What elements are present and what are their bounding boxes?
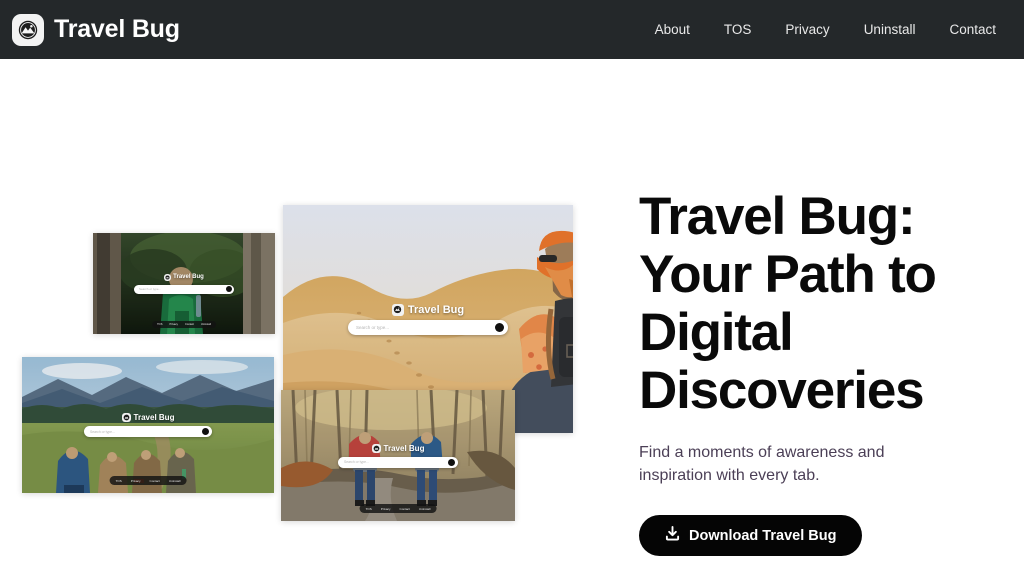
newtab-search-placeholder: Search or type... — [344, 460, 369, 464]
hero-subtitle: Find a moments of awareness and inspirat… — [639, 444, 885, 484]
newtab-footer-link-tos[interactable]: TOS — [366, 507, 372, 511]
newtab-footer-link-uninstall[interactable]: Uninstall — [201, 323, 211, 326]
newtab-footer-link-privacy[interactable]: Privacy — [381, 507, 391, 511]
mountain-circle-logo-icon — [391, 303, 404, 316]
screenshot-card-forest[interactable]: Travel Bug Search or type... TOS Privacy… — [93, 233, 275, 334]
screenshot-card-trail[interactable]: Travel Bug Search or type... TOS Privacy… — [281, 390, 515, 521]
newtab-footer-nav: TOS Privacy Contact Uninstall — [109, 476, 187, 485]
newtab-footer-link-contact[interactable]: Contact — [400, 507, 410, 511]
newtab-footer-link-uninstall[interactable]: Uninstall — [419, 507, 431, 511]
mountain-circle-logo-icon — [371, 443, 381, 453]
newtab-brand-label: Travel Bug — [407, 303, 465, 316]
nav-link-uninstall[interactable]: Uninstall — [864, 22, 916, 37]
newtab-brand: Travel Bug — [371, 443, 425, 453]
mountain-circle-logo-icon — [164, 273, 172, 281]
search-circle-icon[interactable] — [495, 322, 504, 332]
page-title: Travel Bug: Your Path to Digital Discove… — [639, 187, 937, 420]
newtab-search-placeholder: Search or type... — [90, 429, 115, 434]
search-circle-icon[interactable] — [226, 286, 232, 292]
nav-link-contact[interactable]: Contact — [949, 22, 996, 37]
newtab-search-bar[interactable]: Search or type... — [134, 284, 234, 294]
mountain-circle-logo-icon — [121, 413, 131, 422]
newtab-footer-link-tos[interactable]: TOS — [157, 323, 162, 326]
newtab-brand-label: Travel Bug — [383, 443, 425, 453]
brand-logo[interactable]: Travel Bug — [12, 13, 180, 46]
download-button[interactable]: Download Travel Bug — [639, 515, 863, 556]
newtab-footer-link-contact[interactable]: Contact — [185, 323, 194, 326]
newtab-brand-label: Travel Bug — [173, 274, 204, 280]
newtab-brand-label: Travel Bug — [133, 413, 175, 422]
newtab-footer-link-contact[interactable]: Contact — [150, 479, 160, 483]
newtab-search-bar[interactable]: Search or type... — [338, 456, 458, 468]
site-header: Travel Bug About TOS Privacy Uninstall C… — [0, 0, 1024, 59]
screenshot-card-meadow[interactable]: Travel Bug Search or type... TOS Privacy… — [22, 357, 274, 493]
newtab-footer-nav: TOS Privacy Contact Uninstall — [359, 504, 437, 513]
newtab-search-placeholder: Search or type... — [356, 324, 390, 330]
newtab-footer-link-uninstall[interactable]: Uninstall — [169, 479, 181, 483]
newtab-brand: Travel Bug — [121, 413, 175, 422]
download-button-label: Download Travel Bug — [689, 527, 837, 544]
download-icon — [665, 526, 680, 545]
newtab-footer-nav: TOS Privacy Contact Uninstall — [152, 321, 216, 328]
search-circle-icon[interactable] — [202, 428, 209, 435]
brand-name: Travel Bug — [54, 15, 180, 43]
main-navigation: About TOS Privacy Uninstall Contact — [655, 22, 996, 37]
newtab-overlay: Travel Bug Search or type... TOS Privacy… — [281, 390, 515, 521]
newtab-brand: Travel Bug — [164, 273, 204, 281]
newtab-footer-link-privacy[interactable]: Privacy — [131, 479, 141, 483]
newtab-search-bar[interactable]: Search or type... — [84, 426, 212, 437]
nav-link-privacy[interactable]: Privacy — [785, 22, 829, 37]
newtab-search-bar[interactable]: Search or type... — [348, 319, 508, 335]
newtab-overlay: Travel Bug Search or type... TOS Privacy… — [93, 233, 275, 334]
newtab-footer-link-tos[interactable]: TOS — [116, 479, 122, 483]
nav-link-about[interactable]: About — [655, 22, 690, 37]
mountain-circle-logo-icon — [12, 13, 44, 46]
screenshot-collage: Travel Bug Search or type... TOS Privacy… — [0, 59, 620, 576]
hero-copy: Travel Bug: Your Path to Digital Discove… — [639, 188, 979, 556]
newtab-footer-link-privacy[interactable]: Privacy — [169, 323, 178, 326]
nav-link-tos[interactable]: TOS — [724, 22, 752, 37]
newtab-overlay: Travel Bug Search or type... TOS Privacy… — [22, 357, 274, 493]
search-circle-icon[interactable] — [448, 458, 455, 466]
newtab-search-placeholder: Search or type... — [139, 287, 162, 291]
newtab-brand: Travel Bug — [391, 303, 465, 316]
hero-section: Travel Bug Search or type... TOS Privacy… — [0, 59, 1024, 576]
